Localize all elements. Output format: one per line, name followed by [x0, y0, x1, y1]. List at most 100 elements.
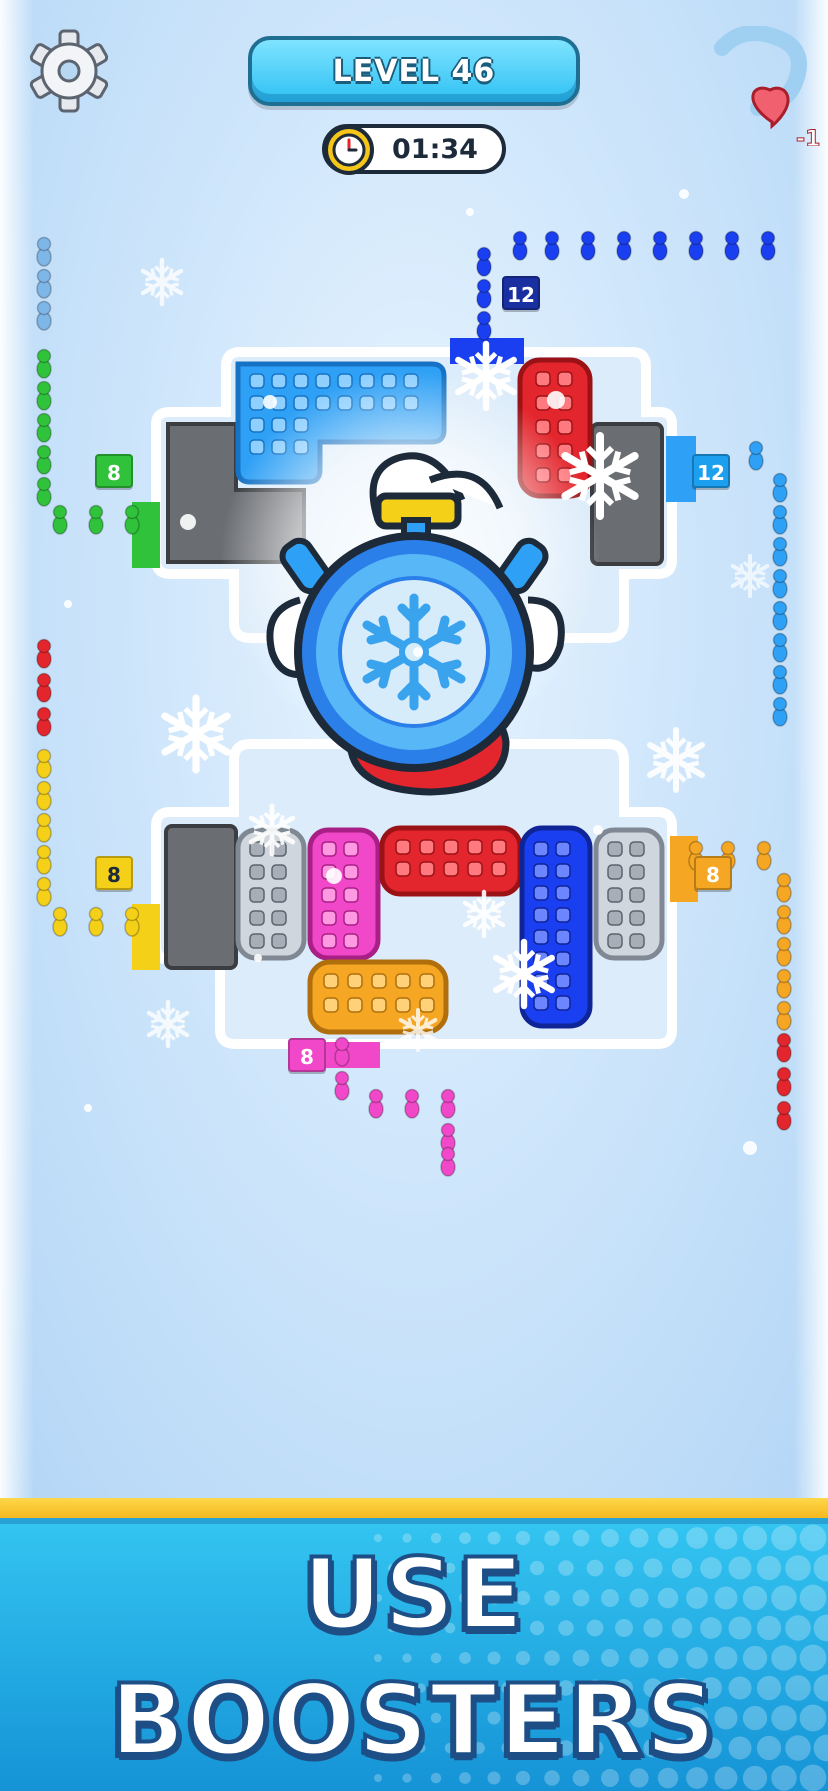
passenger — [440, 1088, 456, 1119]
pink-gate — [322, 1042, 380, 1068]
banner-dot — [459, 1652, 471, 1664]
passenger — [580, 230, 596, 261]
sparkle — [593, 825, 603, 835]
passenger — [440, 1146, 456, 1177]
sparkle — [254, 954, 262, 962]
passenger — [756, 840, 772, 871]
sparkle — [64, 600, 72, 608]
sky-queue-count: 12 — [692, 454, 730, 488]
passenger — [476, 246, 492, 277]
passenger — [776, 1000, 792, 1031]
orange-queue-count: 8 — [694, 856, 732, 890]
passenger — [776, 1100, 792, 1131]
passenger — [36, 444, 52, 475]
pink-queue-count: 8 — [288, 1038, 326, 1072]
snowflake-icon — [161, 694, 231, 774]
passenger — [36, 780, 52, 811]
red-vehicle-bottom[interactable] — [379, 825, 523, 897]
passenger — [544, 230, 560, 261]
passenger — [36, 748, 52, 779]
passenger — [748, 440, 764, 471]
passenger — [616, 230, 632, 261]
sparkle — [263, 395, 277, 409]
passenger — [512, 230, 528, 261]
passenger — [772, 568, 788, 599]
game-board — [36, 189, 792, 1177]
clock-icon — [324, 125, 374, 175]
passenger — [124, 504, 140, 535]
sparkle — [326, 868, 342, 884]
timer-value: 01:34 — [392, 134, 478, 165]
passenger — [776, 1066, 792, 1097]
passenger — [772, 632, 788, 663]
stone-block-bottom-left — [164, 824, 238, 970]
passenger — [52, 906, 68, 937]
passenger — [36, 812, 52, 843]
passenger — [334, 1070, 350, 1101]
snowflake-icon — [730, 554, 770, 598]
passenger — [652, 230, 668, 261]
passenger — [36, 672, 52, 703]
snowflake-icon — [140, 257, 184, 307]
banner-dot — [430, 1652, 442, 1664]
passenger — [776, 904, 792, 935]
sparkle — [679, 189, 689, 199]
banner-dot — [402, 1653, 412, 1663]
passenger — [124, 906, 140, 937]
passenger — [36, 706, 52, 737]
sparkle — [84, 1104, 92, 1112]
passenger — [36, 476, 52, 507]
passenger — [36, 412, 52, 443]
passenger — [52, 504, 68, 535]
passenger — [36, 638, 52, 669]
passenger — [772, 696, 788, 727]
passenger — [36, 380, 52, 411]
lives-change-label: -1 — [796, 127, 820, 146]
passenger — [772, 600, 788, 631]
passenger — [88, 504, 104, 535]
level-indicator: LEVEL 46 — [248, 36, 580, 106]
passenger — [776, 872, 792, 903]
passenger — [776, 968, 792, 999]
passenger — [36, 844, 52, 875]
game-screen: 12 12 8 8 8 8 LEVEL 46 01:34 -1 USE BOOS… — [0, 0, 828, 1791]
snowflake-icon — [647, 727, 705, 793]
heart-icon[interactable]: -1 — [712, 26, 828, 146]
passenger — [404, 1088, 420, 1119]
passenger — [36, 300, 52, 331]
passenger — [688, 230, 704, 261]
passenger — [776, 936, 792, 967]
sparkle — [547, 391, 565, 409]
passenger — [368, 1088, 384, 1119]
passenger — [476, 278, 492, 309]
blue-queue-count: 12 — [502, 276, 540, 310]
banner-dot — [374, 1654, 382, 1662]
passenger — [772, 664, 788, 695]
yellow-queue-count: 8 — [95, 856, 133, 890]
snowflake-icon — [146, 999, 190, 1049]
timer: 01:34 — [322, 124, 506, 175]
passenger — [36, 348, 52, 379]
banner-dot — [515, 1650, 531, 1666]
passenger — [88, 906, 104, 937]
passenger — [36, 876, 52, 907]
passenger — [724, 230, 740, 261]
passenger — [772, 536, 788, 567]
passenger — [36, 236, 52, 267]
sparkle — [413, 647, 423, 657]
passenger — [476, 310, 492, 341]
banner-title-line1: USE — [300, 1536, 526, 1654]
green-queue-count: 8 — [95, 454, 133, 488]
sparkle — [180, 514, 196, 530]
sparkle — [743, 1141, 757, 1155]
banner-top-stripe — [0, 1498, 828, 1518]
sparkle — [466, 208, 474, 216]
passenger — [772, 504, 788, 535]
gray-seat-right[interactable] — [593, 827, 665, 961]
level-label: LEVEL 46 — [332, 53, 496, 89]
passenger — [776, 1032, 792, 1063]
banner-title-line2: BOOSTERS — [108, 1662, 718, 1780]
passenger — [36, 268, 52, 299]
gear-icon[interactable] — [26, 28, 112, 114]
passenger — [334, 1036, 350, 1067]
